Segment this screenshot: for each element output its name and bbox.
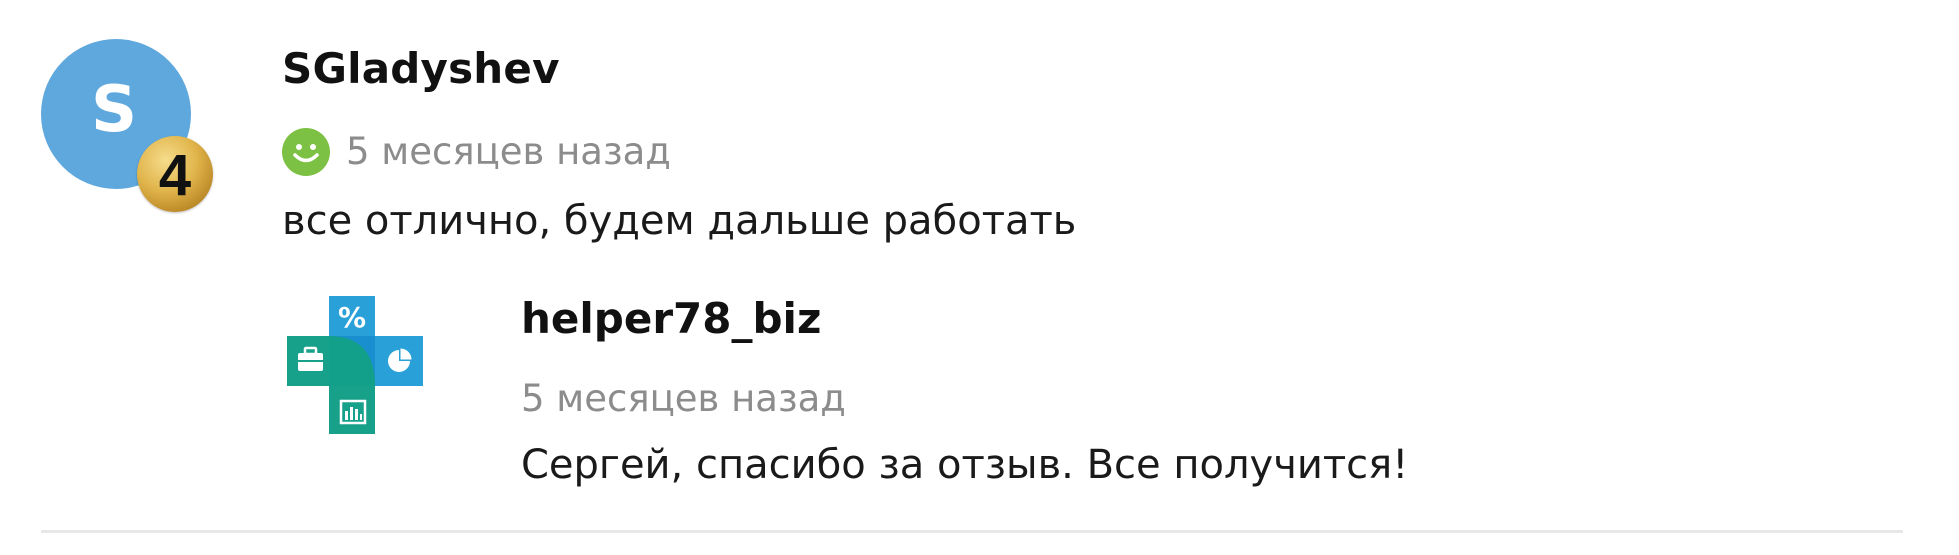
divider	[41, 530, 1903, 533]
svg-text:%: %	[338, 301, 366, 334]
level-badge: 4	[137, 136, 213, 212]
review-item: S 4 SGladyshev 5 месяцев назад все отлич…	[0, 0, 1959, 555]
avatar-letter: S	[90, 73, 138, 147]
reply-text: Сергей, спасибо за отзыв. Все получится!	[521, 442, 1409, 488]
level-badge-number: 4	[158, 143, 192, 208]
review-text: все отлично, будем дальше работать	[282, 198, 1077, 244]
reply-date: 5 месяцев назад	[521, 377, 846, 420]
author-name[interactable]: SGladyshev	[282, 44, 560, 93]
smiley-positive-icon	[282, 128, 330, 176]
review-date: 5 месяцев назад	[346, 130, 671, 173]
reply-author-name[interactable]: helper78_biz	[521, 294, 821, 343]
business-cross-logo-icon: %	[287, 296, 425, 434]
